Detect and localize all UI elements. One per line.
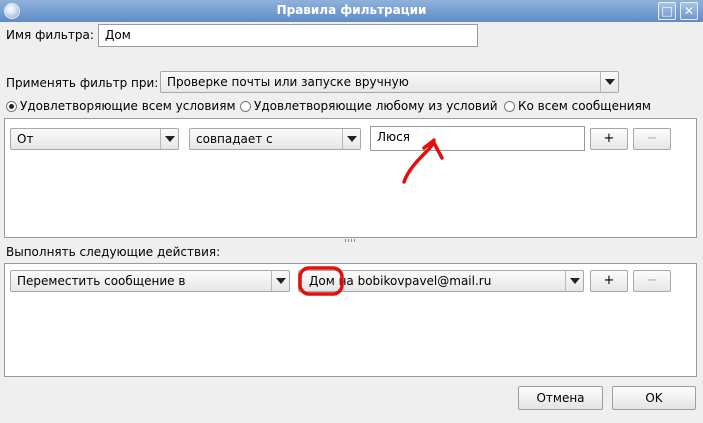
title-bar: Правила фильтрации □ ✕ [0,0,703,22]
radio-match-all-label: Удовлетворяющие всем условиям [20,99,236,113]
close-icon[interactable]: ✕ [680,2,698,20]
action-target-folder-select[interactable]: Дом на bobikovpavel@mail.ru [298,270,584,292]
cancel-button[interactable]: Отмена [518,386,603,410]
filter-name-label: Имя фильтра: [6,28,94,42]
apply-filter-select[interactable]: Проверке почты или запуске вручную [160,71,619,93]
radio-all-messages[interactable]: Ко всем сообщениям [504,99,651,113]
remove-action-button[interactable]: − [633,270,671,292]
radio-button-icon [240,100,251,112]
ok-button[interactable]: OK [612,386,696,410]
condition-field-value: От [17,132,34,146]
add-condition-button[interactable]: + [590,128,628,150]
actions-label: Выполнять следующие действия: [6,245,221,259]
action-type-select[interactable]: Переместить сообщение в [10,270,290,292]
action-type-value: Переместить сообщение в [17,274,186,288]
chevron-down-icon [342,129,360,149]
chevron-down-icon [600,72,618,92]
radio-match-any-label: Удовлетворяющие любому из условий [254,99,498,113]
maximize-icon[interactable]: □ [658,2,676,20]
condition-value-input[interactable]: Люся [370,126,585,151]
splitter-handle[interactable] [345,239,355,242]
radio-button-icon [6,100,17,112]
condition-operator-select[interactable]: совпадает с [189,128,361,150]
add-action-button[interactable]: + [590,270,628,292]
condition-operator-value: совпадает с [196,132,273,146]
radio-match-any[interactable]: Удовлетворяющие любому из условий [240,99,498,113]
radio-all-messages-label: Ко всем сообщениям [518,99,651,113]
window-title: Правила фильтрации [276,3,427,17]
radio-button-icon [504,100,515,112]
chevron-down-icon [565,271,583,291]
condition-field-select[interactable]: От [10,128,179,150]
chevron-down-icon [271,271,289,291]
remove-condition-button[interactable]: − [633,128,671,150]
filter-name-input[interactable]: Дом [98,24,478,47]
apply-filter-value: Проверке почты или запуске вручную [167,75,409,89]
action-target-value: Дом на bobikovpavel@mail.ru [309,274,492,288]
radio-match-all[interactable]: Удовлетворяющие всем условиям [6,99,236,113]
chevron-down-icon [160,129,178,149]
apply-filter-label: Применять фильтр при: [6,76,159,90]
